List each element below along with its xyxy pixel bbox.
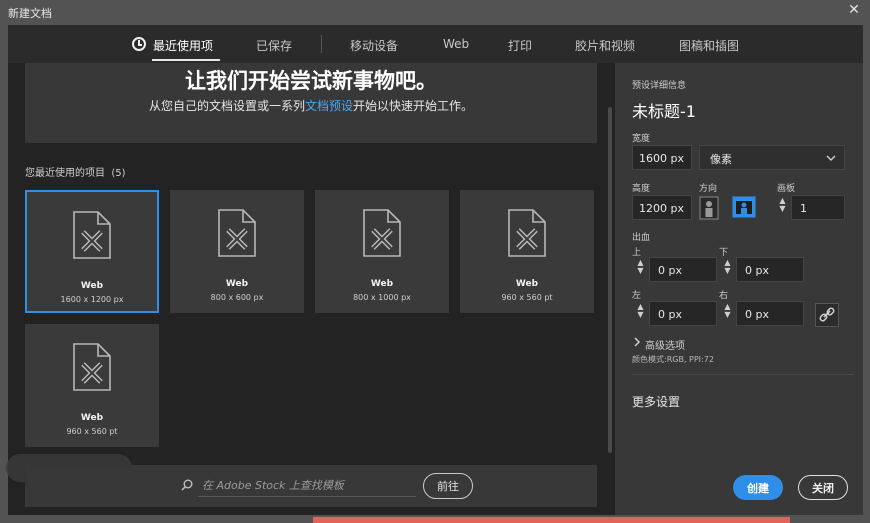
window-close-icon[interactable]: ✕ xyxy=(846,2,862,20)
bleed-top-label: 上 xyxy=(632,248,642,258)
preset-name-field[interactable]: 未标题-1 xyxy=(632,98,696,122)
item-dims: 1600 x 1200 px xyxy=(60,295,124,304)
tab-film-video[interactable]: 胶片和视频 xyxy=(575,37,635,54)
unit-value: 像素 xyxy=(710,153,732,166)
document-presets-link[interactable]: 文档预设 xyxy=(305,99,353,113)
item-name: Web xyxy=(80,413,104,423)
stock-search-input[interactable] xyxy=(198,475,416,497)
bleed-top-input[interactable]: 0 px xyxy=(649,257,717,282)
create-button[interactable]: 创建 xyxy=(733,475,783,500)
document-icon xyxy=(218,209,256,257)
bleed-right-stepper[interactable]: ▲ ▼ xyxy=(722,303,733,321)
recent-item-card[interactable]: Web 960 x 560 pt xyxy=(460,190,594,313)
recent-item-card[interactable]: Web 960 x 560 pt xyxy=(25,324,159,447)
width-input[interactable]: 1600 px xyxy=(632,145,692,170)
artboard-stepper[interactable]: ▲ ▼ xyxy=(777,197,788,215)
item-dims: 960 x 560 pt xyxy=(501,293,553,302)
banner-sub-after: 开始以快速开始工作。 xyxy=(353,99,474,113)
width-label: 宽度 xyxy=(632,134,651,144)
item-name: Web xyxy=(370,279,394,289)
more-settings-link[interactable]: 更多设置 xyxy=(632,393,680,410)
document-icon xyxy=(508,209,546,257)
divider xyxy=(632,374,854,375)
scrollbar-thumb[interactable] xyxy=(608,107,612,453)
bleed-bottom-stepper[interactable]: ▲ ▼ xyxy=(722,259,733,277)
bleed-left-input[interactable]: 0 px xyxy=(649,301,717,326)
orientation-label: 方向 xyxy=(699,184,718,194)
item-name: Web xyxy=(515,279,539,289)
tab-recent[interactable]: 最近使用项 xyxy=(153,37,213,54)
bleed-left-stepper[interactable]: ▲ ▼ xyxy=(635,303,646,321)
item-dims: 800 x 1000 px xyxy=(353,293,411,302)
tab-bar: 最近使用项 已保存 移动设备 Web 打印 胶片和视频 图稿和插图 xyxy=(8,25,863,63)
banner-subtext: 从您自己的文档设置或一系列文档预设开始以快速开始工作。 xyxy=(25,97,597,114)
tab-print[interactable]: 打印 xyxy=(508,37,532,54)
item-name: Web xyxy=(80,281,104,291)
tab-mobile[interactable]: 移动设备 xyxy=(350,37,398,54)
recent-item-card[interactable]: Web 1600 x 1200 px xyxy=(25,190,159,313)
recent-item-card[interactable]: Web 800 x 600 px xyxy=(170,190,304,313)
banner-sub-before: 从您自己的文档设置或一系列 xyxy=(148,99,305,113)
recent-items-title: 您最近使用的项目 (5) xyxy=(25,164,126,179)
welcome-banner: 让我们开始尝试新事物吧。 从您自己的文档设置或一系列文档预设开始以快速开始工作。 xyxy=(25,63,597,143)
item-name: Web xyxy=(225,279,249,289)
recent-item-card[interactable]: Web 800 x 1000 px xyxy=(315,190,449,313)
landscape-orientation-icon[interactable] xyxy=(732,196,756,218)
window-title: 新建文档 xyxy=(8,7,52,20)
item-dims: 800 x 600 px xyxy=(210,293,264,302)
clock-icon xyxy=(132,37,146,51)
height-label: 高度 xyxy=(632,184,651,194)
bleed-bottom-input[interactable]: 0 px xyxy=(736,257,804,282)
close-button[interactable]: 关闭 xyxy=(798,475,848,500)
stock-search-bar: 前往 xyxy=(25,465,597,507)
tab-web[interactable]: Web xyxy=(443,37,469,51)
active-tab-indicator xyxy=(152,59,220,61)
presets-panel: 让我们开始尝试新事物吧。 从您自己的文档设置或一系列文档预设开始以快速开始工作。… xyxy=(6,63,615,515)
document-icon xyxy=(73,343,111,391)
tab-divider xyxy=(321,35,322,53)
chevron-down-icon xyxy=(826,155,836,161)
link-icon xyxy=(819,307,835,322)
artboard-input[interactable]: 1 xyxy=(791,195,845,220)
portrait-orientation-icon[interactable] xyxy=(699,196,719,220)
search-icon xyxy=(181,479,193,491)
unit-select[interactable]: 像素 xyxy=(699,145,845,170)
goto-button[interactable]: 前往 xyxy=(423,473,473,499)
bleed-right-input[interactable]: 0 px xyxy=(736,301,804,326)
height-input[interactable]: 1200 px xyxy=(632,195,692,220)
preset-details-label: 预设详细信息 xyxy=(632,81,687,91)
tab-saved[interactable]: 已保存 xyxy=(256,37,292,54)
tab-art-illustration[interactable]: 图稿和插图 xyxy=(679,37,739,54)
bleed-top-stepper[interactable]: ▲ ▼ xyxy=(635,259,646,277)
new-document-dialog: 最近使用项 已保存 移动设备 Web 打印 胶片和视频 图稿和插图 让我们开始尝… xyxy=(6,25,863,515)
preset-details-panel: 预设详细信息 未标题-1 宽度 1600 px 像素 高度 1200 px 方向… xyxy=(615,63,863,515)
window-titlebar: 新建文档 ✕ xyxy=(0,0,870,24)
artboard-label: 画板 xyxy=(777,184,796,194)
bleed-bottom-label: 下 xyxy=(719,248,729,258)
link-bleed-button[interactable] xyxy=(815,303,839,327)
document-icon xyxy=(73,211,111,259)
item-dims: 960 x 560 pt xyxy=(66,427,118,436)
recent-count: (5) xyxy=(111,168,126,179)
banner-headline: 让我们开始尝试新事物吧。 xyxy=(185,69,437,93)
bleed-label: 出血 xyxy=(632,233,651,243)
background-strip xyxy=(313,517,790,523)
bleed-right-label: 右 xyxy=(719,291,729,301)
document-icon xyxy=(363,209,401,257)
recent-title-text: 您最近使用的项目 xyxy=(25,168,105,179)
color-mode-info: 颜色模式:RGB, PPI:72 xyxy=(632,355,714,364)
advanced-options-toggle[interactable]: 高级选项 xyxy=(645,337,685,352)
chevron-right-icon[interactable] xyxy=(633,337,641,347)
bleed-left-label: 左 xyxy=(632,291,642,301)
